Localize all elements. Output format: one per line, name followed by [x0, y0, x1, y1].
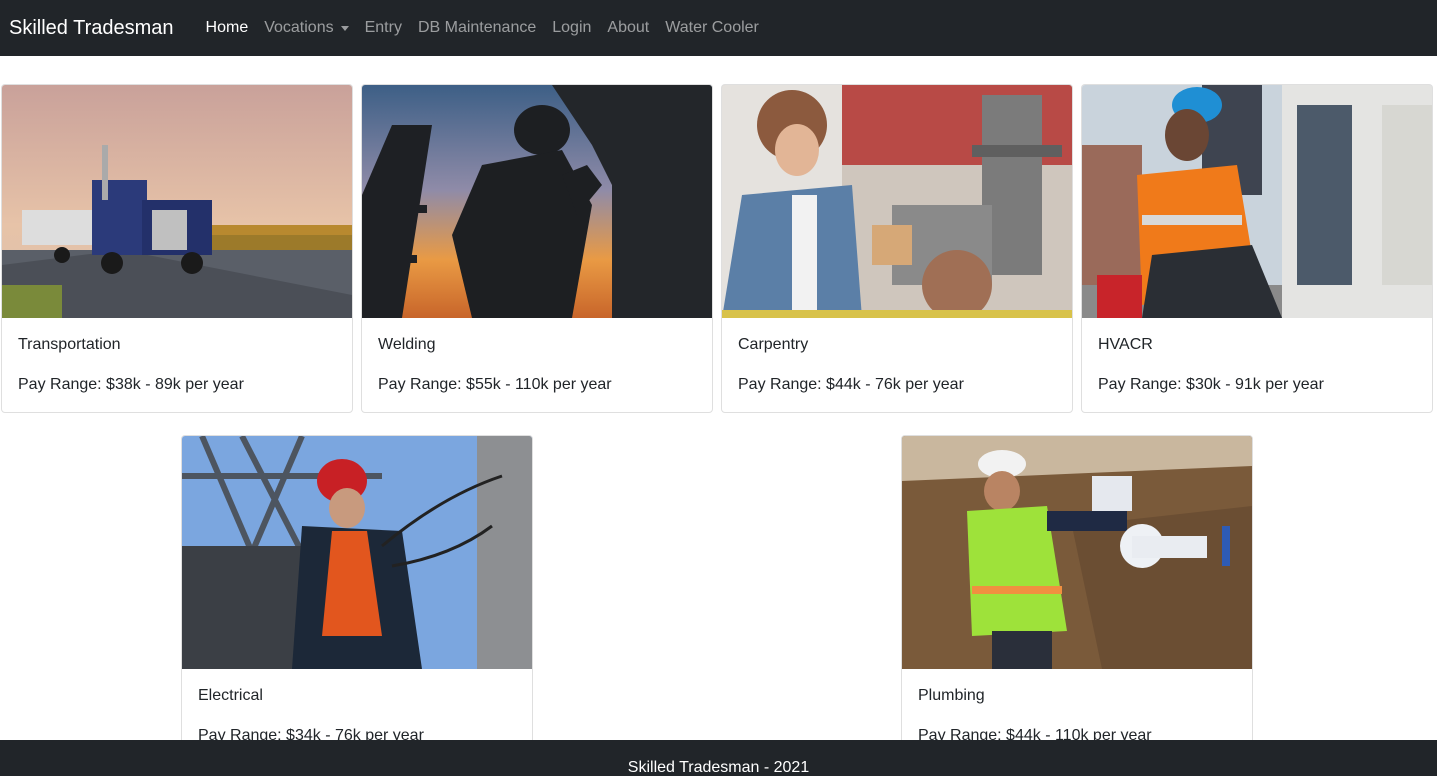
card-pay-range: Pay Range: $38k - 89k per year — [18, 376, 244, 393]
card-body: Carpentry Pay Range: $44k - 76k per year — [722, 318, 1072, 412]
nav-login[interactable]: Login — [544, 19, 599, 37]
nav-vocations-dropdown[interactable]: Vocations — [256, 19, 356, 37]
card-body: Welding Pay Range: $55k - 110k per year — [362, 318, 712, 412]
card-pay-range: Pay Range: $44k - 76k per year — [738, 376, 964, 393]
card-body: HVACR Pay Range: $30k - 91k per year — [1082, 318, 1432, 412]
page-footer: Skilled Tradesman - 2021 — [0, 740, 1437, 776]
semi-truck-photo — [2, 85, 352, 318]
top-navbar: Skilled Tradesman Home Vocations Entry D… — [0, 0, 1437, 56]
brand-link[interactable]: Skilled Tradesman — [9, 17, 174, 40]
card-body: Transportation Pay Range: $38k - 89k per… — [2, 318, 352, 412]
nav-vocations-label: Vocations — [264, 19, 334, 36]
hvac-technician-photo — [1082, 85, 1432, 318]
carpenter-workshop-photo — [722, 85, 1072, 318]
vocation-card-welding[interactable]: Welding Pay Range: $55k - 110k per year — [361, 84, 713, 413]
vocation-card-carpentry[interactable]: Carpentry Pay Range: $44k - 76k per year — [721, 84, 1073, 413]
plumber-trench-photo — [902, 436, 1252, 669]
nav-water-cooler[interactable]: Water Cooler — [657, 19, 767, 37]
nav-about[interactable]: About — [599, 19, 657, 37]
nav-links: Home Vocations Entry DB Maintenance Logi… — [198, 19, 767, 37]
card-title: Plumbing — [918, 687, 985, 704]
hvac-image — [1082, 85, 1432, 318]
nav-entry[interactable]: Entry — [357, 19, 410, 37]
nav-db-maintenance[interactable]: DB Maintenance — [410, 19, 544, 37]
vocation-card-hvacr[interactable]: HVACR Pay Range: $30k - 91k per year — [1081, 84, 1433, 413]
nav-home[interactable]: Home — [198, 19, 257, 37]
footer-text: Skilled Tradesman - 2021 — [627, 759, 810, 776]
lineworker-image — [182, 436, 532, 669]
card-pay-range: Pay Range: $55k - 110k per year — [378, 376, 612, 393]
carpenter-image — [722, 85, 1072, 318]
vocation-card-electrical[interactable]: Electrical Pay Range: $34k - 76k per yea… — [181, 435, 533, 764]
semi-truck-image — [2, 85, 352, 318]
card-title: Welding — [378, 336, 436, 353]
card-title: Transportation — [18, 336, 121, 353]
vocation-card-transportation[interactable]: Transportation Pay Range: $38k - 89k per… — [1, 84, 353, 413]
vocation-card-plumbing[interactable]: Plumbing Pay Range: $44k - 110k per year — [901, 435, 1253, 764]
card-title: HVACR — [1098, 336, 1153, 353]
welder-silhouette-photo — [362, 85, 712, 318]
plumber-image — [902, 436, 1252, 669]
card-pay-range: Pay Range: $30k - 91k per year — [1098, 376, 1324, 393]
caret-down-icon — [340, 25, 349, 31]
card-title: Carpentry — [738, 336, 809, 353]
welder-image — [362, 85, 712, 318]
card-title: Electrical — [198, 687, 263, 704]
lineworker-photo — [182, 436, 532, 669]
